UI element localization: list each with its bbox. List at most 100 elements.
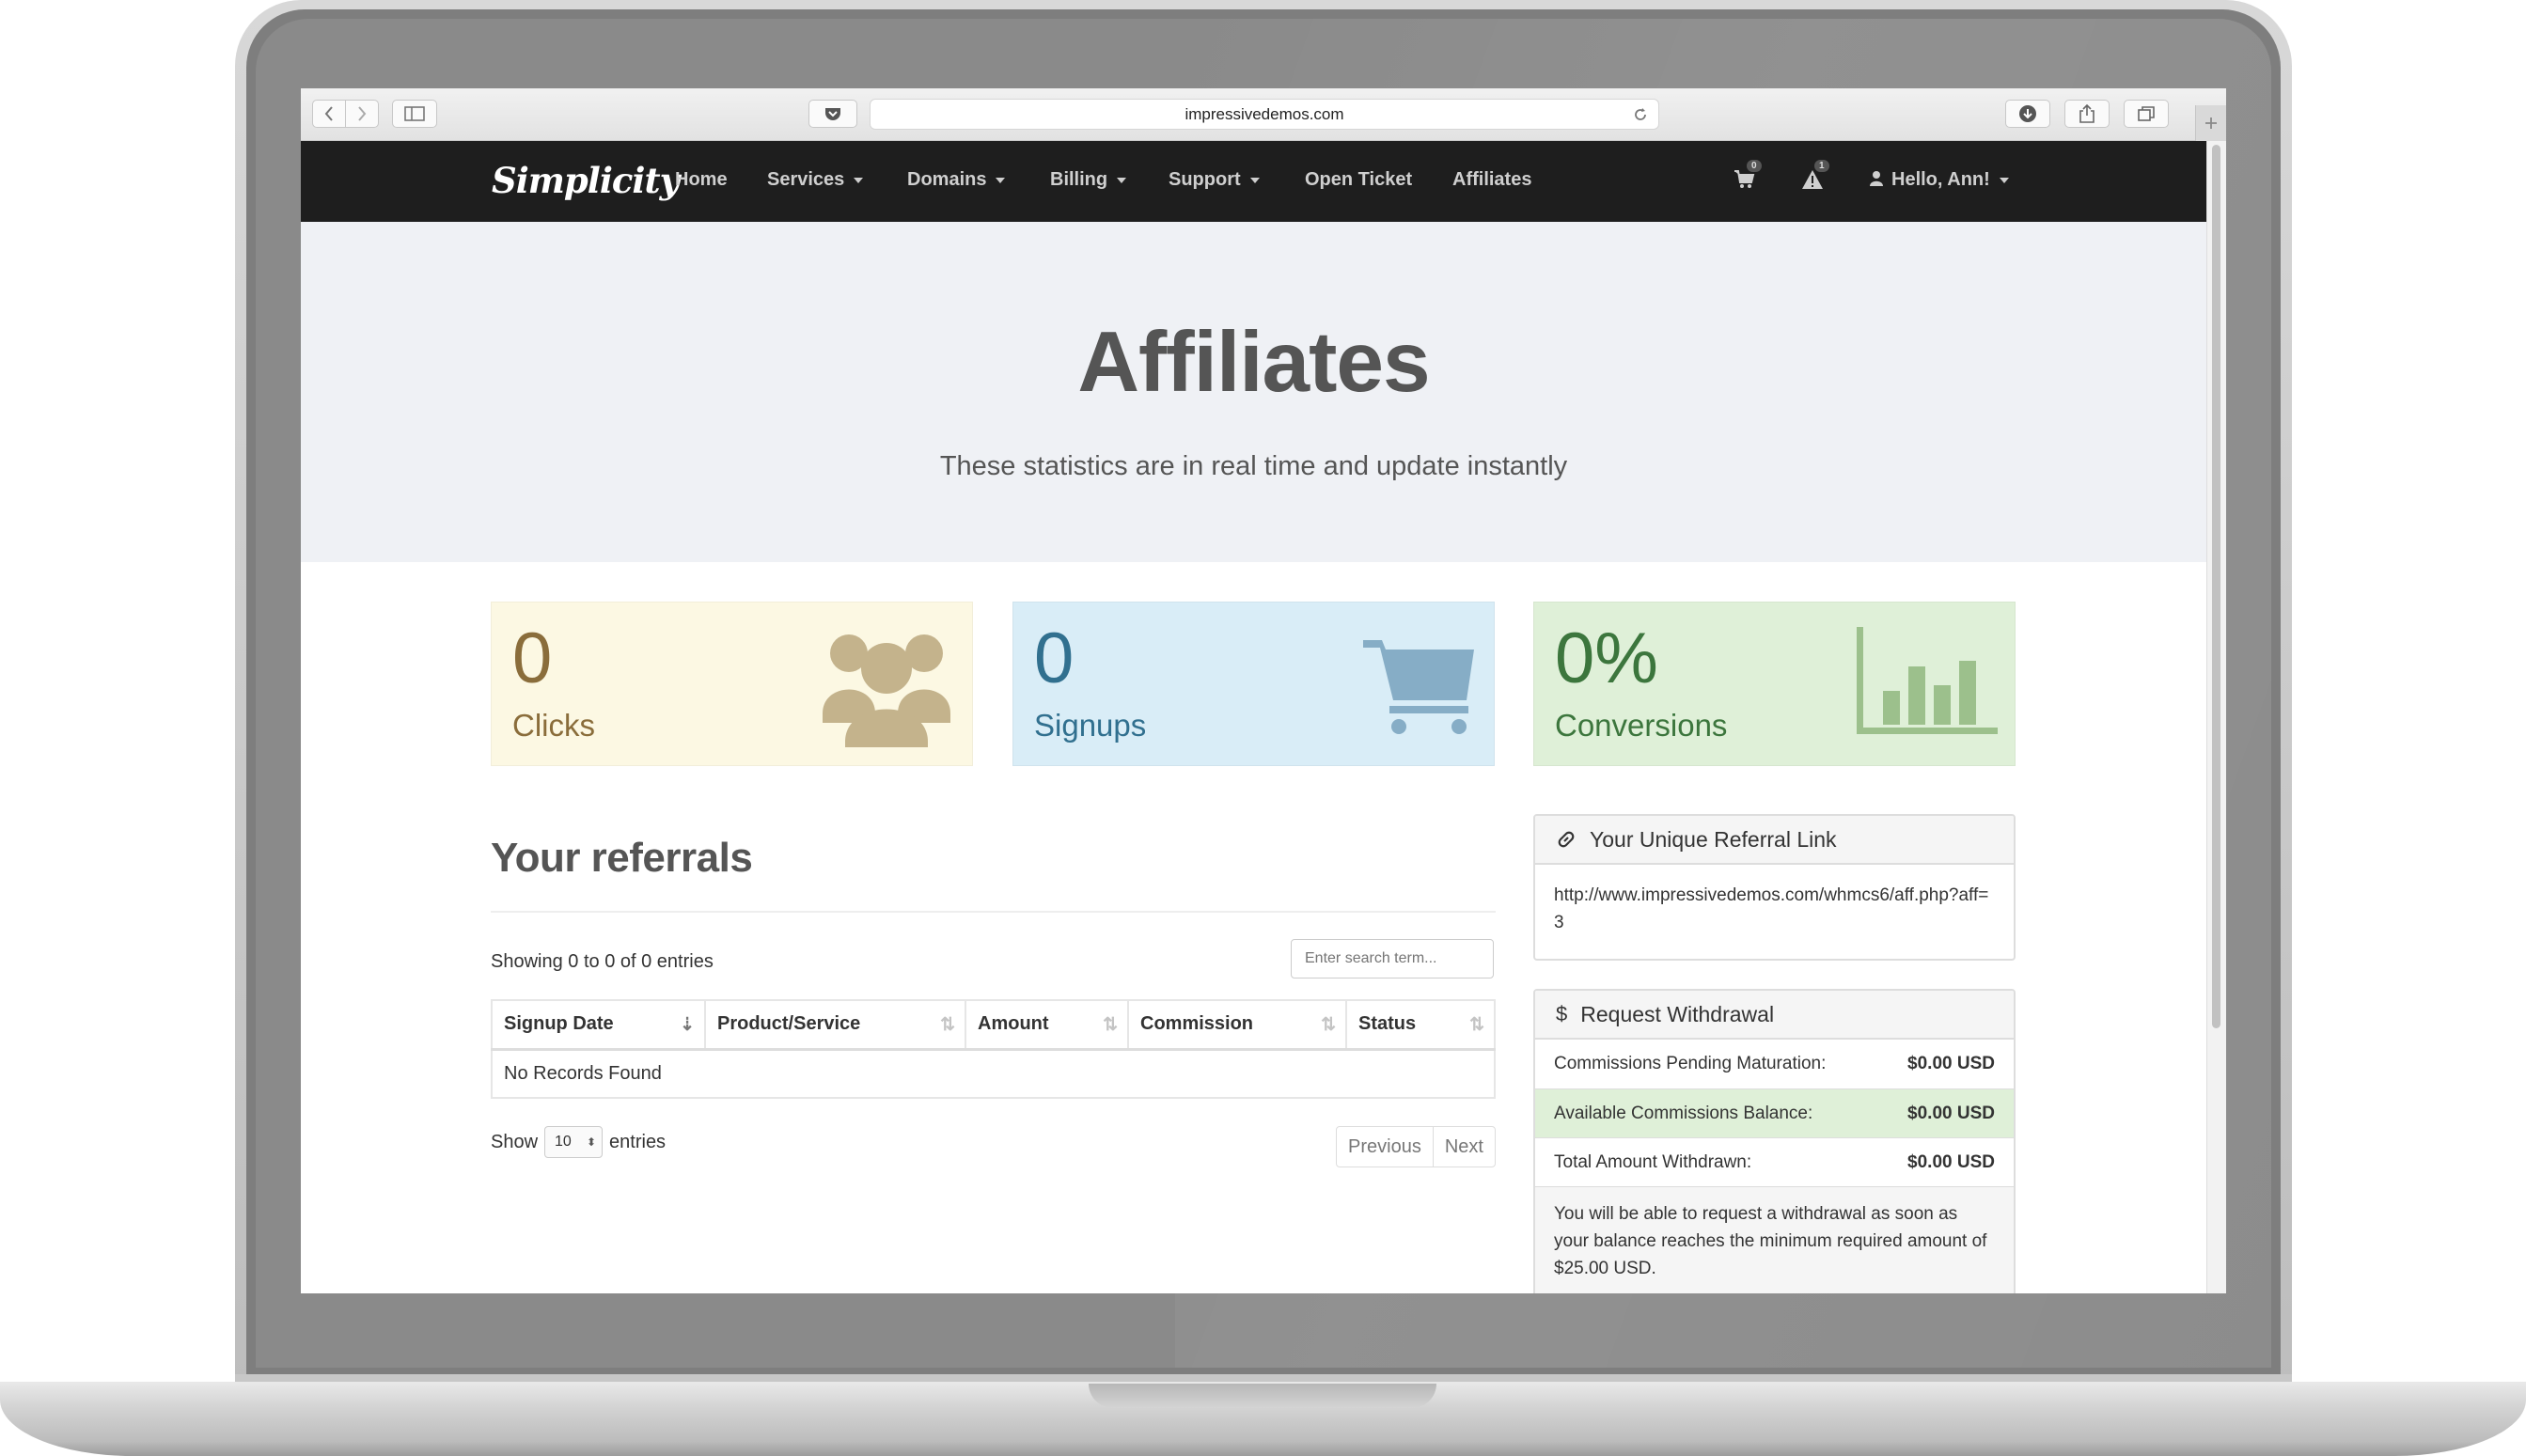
empty-message: No Records Found bbox=[504, 1062, 662, 1084]
row-value: $0.00 USD bbox=[1907, 1151, 1995, 1172]
back-button[interactable] bbox=[312, 100, 346, 128]
withdrawal-note: You will be able to request a withdrawal… bbox=[1535, 1186, 2014, 1293]
referral-link-url[interactable]: http://www.impressivedemos.com/whmcs6/af… bbox=[1535, 865, 2014, 953]
share-button[interactable] bbox=[2064, 100, 2110, 128]
column-label: Signup Date bbox=[504, 1013, 614, 1035]
cart-count-badge: 0 bbox=[1747, 160, 1762, 172]
sidebar-icon bbox=[404, 106, 425, 121]
caret-down-icon bbox=[854, 177, 864, 183]
stat-conversions-label: Conversions bbox=[1555, 708, 1728, 743]
stat-signups-label: Signups bbox=[1034, 708, 1147, 743]
row-value: $0.00 USD bbox=[1907, 1103, 1995, 1123]
tabs-overview-button[interactable] bbox=[2124, 100, 2169, 128]
bar-chart-icon bbox=[1857, 627, 1998, 734]
show-label: Show bbox=[491, 1131, 539, 1152]
downloads-button[interactable] bbox=[2005, 100, 2050, 128]
pocket-icon bbox=[825, 108, 840, 120]
column-label: Status bbox=[1358, 1013, 1417, 1035]
nav-open-ticket-label: Open Ticket bbox=[1305, 169, 1413, 190]
pending-maturation-row: Commissions Pending Maturation: $0.00 US… bbox=[1535, 1040, 2014, 1088]
column-product-service[interactable]: Product/Service ⇅ bbox=[704, 999, 966, 1051]
nav-home-label: Home bbox=[675, 169, 728, 190]
stat-conversions-value: 0% bbox=[1555, 618, 1658, 698]
nav-support[interactable]: Support bbox=[1169, 169, 1260, 191]
nav-home[interactable]: Home bbox=[675, 169, 728, 191]
column-amount[interactable]: Amount ⇅ bbox=[965, 999, 1129, 1051]
reload-icon[interactable] bbox=[1632, 106, 1649, 123]
referrals-title: Your referrals bbox=[491, 835, 753, 881]
referral-link-panel: Your Unique Referral Link http://www.imp… bbox=[1533, 814, 2016, 961]
users-icon bbox=[823, 634, 950, 747]
dollar-icon: $ bbox=[1556, 1002, 1568, 1025]
pocket-button[interactable] bbox=[808, 100, 857, 128]
row-label: Commissions Pending Maturation: bbox=[1554, 1054, 1827, 1073]
link-icon bbox=[1558, 831, 1575, 848]
available-balance-row: Available Commissions Balance: $0.00 USD bbox=[1535, 1088, 2014, 1137]
sort-desc-icon: ⇣ bbox=[680, 1015, 695, 1035]
brand-logo[interactable]: Simplicity bbox=[492, 160, 680, 201]
caret-down-icon bbox=[996, 177, 1006, 183]
url-text: impressivedemos.com bbox=[1185, 104, 1344, 123]
tabs-icon bbox=[2138, 106, 2155, 121]
url-bar[interactable]: impressivedemos.com bbox=[870, 99, 1659, 130]
download-icon bbox=[2019, 105, 2036, 122]
nav-affiliates[interactable]: Affiliates bbox=[1452, 169, 1531, 191]
notification-count-badge: 1 bbox=[1814, 160, 1829, 172]
nav-domains-label: Domains bbox=[907, 169, 987, 190]
previous-button[interactable]: Previous bbox=[1337, 1127, 1434, 1166]
page-subtitle: These statistics are in real time and up… bbox=[939, 451, 1568, 481]
sort-icon: ⇅ bbox=[1469, 1015, 1484, 1035]
entries-label: entries bbox=[609, 1131, 667, 1152]
sort-icon: ⇅ bbox=[940, 1015, 955, 1035]
forward-button[interactable] bbox=[345, 100, 379, 128]
page-size-value: 10 bbox=[555, 1134, 572, 1150]
plus-icon bbox=[2205, 117, 2217, 129]
laptop-notch bbox=[1089, 1384, 1436, 1408]
browser-window: impressivedemos.com Simplicity Home Serv… bbox=[301, 88, 2226, 1293]
next-button[interactable]: Next bbox=[1434, 1127, 1495, 1166]
nav-billing[interactable]: Billing bbox=[1050, 169, 1127, 191]
user-menu[interactable]: Hello, Ann! bbox=[1869, 169, 2009, 191]
page-title: Affiliates bbox=[1077, 315, 1430, 410]
caret-down-icon bbox=[1117, 177, 1127, 183]
column-label: Commission bbox=[1140, 1013, 1254, 1035]
row-label: Available Commissions Balance: bbox=[1554, 1103, 1813, 1123]
notifications-button[interactable]: 1 bbox=[1801, 160, 1829, 195]
user-menu-label: Hello, Ann! bbox=[1891, 169, 1990, 190]
nav-affiliates-label: Affiliates bbox=[1452, 169, 1532, 190]
new-tab-button[interactable] bbox=[2195, 105, 2226, 141]
column-commission[interactable]: Commission ⇅ bbox=[1127, 999, 1347, 1051]
row-label: Total Amount Withdrawn: bbox=[1554, 1151, 1752, 1172]
sort-icon: ⇅ bbox=[1103, 1015, 1118, 1035]
caret-down-icon bbox=[1999, 177, 2009, 183]
search-input[interactable] bbox=[1291, 939, 1494, 978]
divider bbox=[491, 911, 1496, 913]
site-navbar: Simplicity Home Services Domains Billing… bbox=[301, 141, 2206, 222]
total-withdrawn-row: Total Amount Withdrawn: $0.00 USD bbox=[1535, 1137, 2014, 1186]
chevron-right-icon bbox=[358, 106, 367, 121]
nav-services-label: Services bbox=[767, 169, 845, 190]
stat-clicks: 0 Clicks bbox=[491, 602, 973, 766]
row-value: $0.00 USD bbox=[1907, 1054, 1995, 1073]
withdrawal-panel: $ Request Withdrawal Commissions Pending… bbox=[1533, 989, 2016, 1293]
sort-icon: ⇅ bbox=[1321, 1015, 1336, 1035]
stat-signups: 0 Signups bbox=[1012, 602, 1495, 766]
nav-support-label: Support bbox=[1169, 169, 1241, 190]
withdrawal-title: Request Withdrawal bbox=[1580, 1001, 1775, 1026]
table-row: No Records Found bbox=[492, 1049, 1495, 1098]
referral-link-panel-header: Your Unique Referral Link bbox=[1535, 816, 2014, 865]
page-size-select[interactable]: 10 ⬍ bbox=[544, 1126, 604, 1158]
stat-clicks-label: Clicks bbox=[512, 708, 595, 743]
caret-down-icon bbox=[1249, 177, 1260, 183]
scrollbar-thumb[interactable] bbox=[2212, 145, 2220, 1028]
share-icon bbox=[2079, 103, 2095, 123]
cart-button[interactable]: 0 bbox=[1734, 160, 1762, 195]
column-status[interactable]: Status ⇅ bbox=[1345, 999, 1496, 1051]
column-signup-date[interactable]: Signup Date ⇣ bbox=[491, 999, 706, 1051]
sidebar-toggle-button[interactable] bbox=[392, 100, 437, 128]
nav-open-ticket[interactable]: Open Ticket bbox=[1305, 169, 1412, 191]
column-label: Amount bbox=[978, 1013, 1049, 1035]
nav-services[interactable]: Services bbox=[767, 169, 864, 191]
nav-domains[interactable]: Domains bbox=[907, 169, 1006, 191]
entries-info: Showing 0 to 0 of 0 entries bbox=[491, 951, 714, 972]
